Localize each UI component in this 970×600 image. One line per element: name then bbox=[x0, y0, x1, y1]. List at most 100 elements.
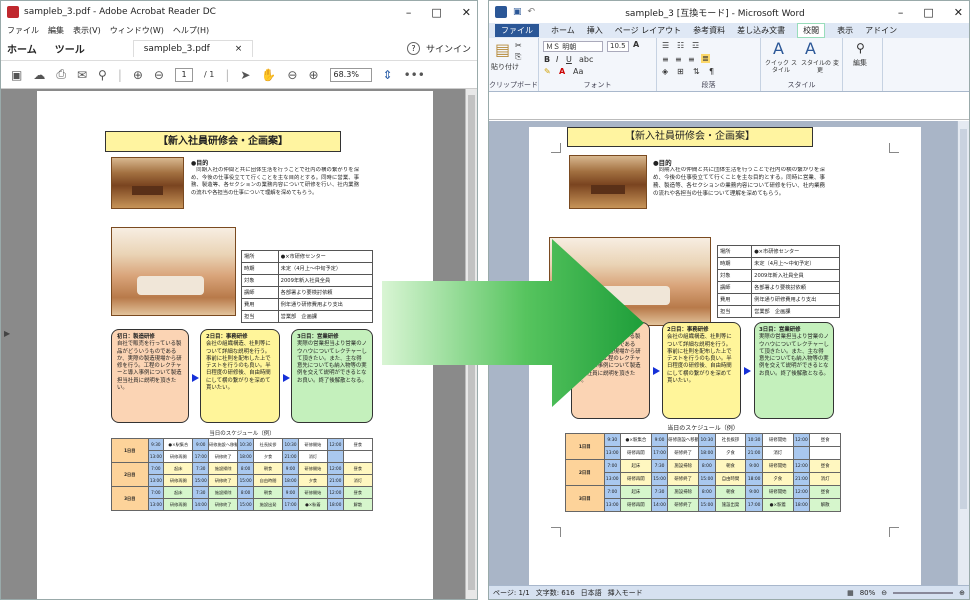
print-icon[interactable]: ⎙ bbox=[56, 67, 66, 82]
fit-page-icon[interactable]: ⇕ bbox=[383, 68, 393, 82]
select-cursor-icon[interactable]: ➤ bbox=[240, 68, 250, 82]
search-icon[interactable]: ⚲ bbox=[98, 68, 107, 82]
flow-arrow-icon bbox=[653, 367, 660, 375]
italic-icon[interactable]: I bbox=[556, 55, 558, 64]
word-vertical-scrollbar[interactable] bbox=[957, 121, 969, 585]
copy-icon[interactable]: ⎘ bbox=[515, 52, 521, 62]
show-marks-icon[interactable]: ¶ bbox=[709, 67, 714, 76]
paste-button[interactable]: 貼り付け bbox=[491, 62, 519, 72]
font-size-select[interactable]: 10.5 bbox=[607, 41, 629, 52]
menu-window[interactable]: ウィンドウ(W) bbox=[110, 25, 164, 36]
signin-link[interactable]: サインイン bbox=[426, 42, 471, 55]
zoom-in-icon[interactable]: ⊕ bbox=[308, 68, 318, 82]
close-icon[interactable]: ✕ bbox=[954, 6, 963, 19]
align-center-icon[interactable]: ≡ bbox=[675, 55, 682, 64]
document-title[interactable]: 【新入社員研修会・企画案】 bbox=[567, 127, 813, 147]
tab-view[interactable]: 表示 bbox=[837, 25, 853, 36]
zoom-out-icon[interactable]: ⊖ bbox=[881, 589, 887, 597]
zoom-in-icon[interactable]: ⊕ bbox=[959, 589, 965, 597]
shading-icon[interactable]: ◈ bbox=[662, 67, 668, 76]
menu-view[interactable]: 表示(V) bbox=[73, 25, 101, 36]
quick-style-button[interactable]: クイック スタイル bbox=[763, 60, 799, 74]
bullets-icon[interactable]: ☰ bbox=[662, 41, 669, 50]
help-icon[interactable]: ? bbox=[406, 42, 420, 55]
schedule-table[interactable]: 1日目 9:30 ●×駅集合 9:00 研修施設へ移動 10:30 社長挨拶 10:30 研修開… bbox=[565, 433, 841, 512]
menu-edit[interactable]: 編集 bbox=[48, 25, 64, 36]
bold-icon[interactable]: B bbox=[544, 55, 550, 64]
font-color-icon[interactable]: A bbox=[559, 67, 565, 76]
align-right-icon[interactable]: ≡ bbox=[688, 55, 695, 64]
maximize-icon[interactable]: □ bbox=[923, 6, 933, 19]
style-group: A A クイック スタイル スタイルの 変更 スタイル bbox=[761, 38, 843, 91]
more-tools-icon[interactable]: ••• bbox=[404, 68, 425, 82]
info-table[interactable]: 場所 ●×市研修センター 時期 未定（4月上～中旬予定） 対象 2009年新入社員全員 講師… bbox=[716, 245, 840, 318]
purpose-text[interactable]: 同期入社の仲間と共に団体生活を行うことで社内の横の繋がりを深め、今後の仕事役立て… bbox=[653, 167, 825, 217]
numbering-icon[interactable]: ☷ bbox=[677, 41, 684, 50]
upload-cloud-icon[interactable]: ☁ bbox=[33, 68, 45, 82]
change-style-button[interactable]: スタイルの 変更 bbox=[801, 60, 839, 74]
strikethrough-icon[interactable]: abc bbox=[579, 55, 593, 64]
day3-box[interactable]: 3日目：営業研修 実際の営業担当より営業のノウハウについてレクチャーして頂きたい… bbox=[754, 322, 834, 419]
schedule-title[interactable]: 当日のスケジュール（例） bbox=[565, 423, 841, 432]
tab-home[interactable]: ホーム bbox=[551, 25, 575, 36]
schedule-event: 研修再開 bbox=[620, 446, 652, 460]
day2-box[interactable]: 2日目：事務研修 会社の組織構造、社則等について詳細な説明を行う。事前に社則を配… bbox=[662, 322, 741, 419]
page-up-icon[interactable]: ⊕ bbox=[133, 68, 143, 82]
tab-close-icon[interactable]: × bbox=[235, 44, 243, 54]
font-case-icon[interactable]: Aa bbox=[573, 67, 583, 76]
zoom-out-icon[interactable]: ⊖ bbox=[287, 68, 297, 82]
zoom-slider[interactable] bbox=[893, 591, 954, 594]
horizontal-ruler[interactable] bbox=[489, 112, 969, 120]
change-style-icon[interactable]: A bbox=[805, 39, 816, 58]
status-zoom[interactable]: 80% bbox=[860, 589, 876, 597]
print-layout-icon[interactable]: ▦ bbox=[847, 589, 854, 597]
status-words[interactable]: 文字数: 616 bbox=[536, 588, 575, 598]
undo-icon[interactable]: ↶ bbox=[528, 7, 536, 17]
cut-icon[interactable]: ✂ bbox=[515, 41, 522, 50]
maximize-icon[interactable]: □ bbox=[431, 6, 441, 19]
tab-review[interactable]: 校閲 bbox=[797, 23, 826, 38]
document-tab[interactable]: sampleb_3.pdf × bbox=[132, 40, 254, 57]
justify-icon[interactable]: ≣ bbox=[701, 54, 710, 63]
underline-icon[interactable]: U bbox=[566, 55, 572, 64]
zoom-select[interactable]: 68.3% bbox=[329, 67, 372, 82]
close-icon[interactable]: ✕ bbox=[462, 6, 471, 19]
align-left-icon[interactable]: ≡ bbox=[662, 55, 669, 64]
sort-icon[interactable]: ⇅ bbox=[693, 67, 700, 76]
page-down-icon[interactable]: ⊖ bbox=[154, 68, 164, 82]
status-mode[interactable]: 挿入モード bbox=[608, 588, 643, 598]
save-icon[interactable]: ▣ bbox=[11, 68, 22, 82]
nav-tools[interactable]: ツール bbox=[55, 41, 85, 56]
purpose-heading[interactable]: ●目的 bbox=[653, 157, 672, 167]
tab-page-layout[interactable]: ページ レイアウト bbox=[615, 25, 681, 36]
highlight-icon[interactable]: ✎ bbox=[544, 67, 551, 76]
nav-home[interactable]: ホーム bbox=[7, 41, 37, 56]
borders-icon[interactable]: ⊞ bbox=[677, 67, 684, 76]
hand-tool-icon[interactable]: ✋ bbox=[261, 68, 276, 82]
status-page[interactable]: ページ: 1/1 bbox=[493, 588, 530, 598]
tab-addins[interactable]: アドイン bbox=[865, 25, 897, 36]
menu-help[interactable]: ヘルプ(H) bbox=[173, 25, 209, 36]
tab-mailings[interactable]: 差し込み文書 bbox=[737, 25, 785, 36]
scroll-thumb[interactable] bbox=[960, 129, 967, 509]
font-name-select[interactable]: ＭＳ 明朝 bbox=[543, 41, 603, 52]
tab-file[interactable]: ファイル bbox=[495, 24, 539, 37]
menu-file[interactable]: ファイル bbox=[7, 25, 39, 36]
quick-save-icon[interactable]: ▣ bbox=[513, 7, 522, 17]
tab-insert[interactable]: 挿入 bbox=[587, 25, 603, 36]
minimize-icon[interactable]: – bbox=[406, 6, 412, 19]
email-icon[interactable]: ✉ bbox=[77, 68, 87, 82]
grow-font-icon[interactable]: A bbox=[633, 40, 639, 49]
tab-references[interactable]: 参考資料 bbox=[693, 25, 725, 36]
page-number-input[interactable]: 1 bbox=[174, 67, 193, 82]
multilevel-list-icon[interactable]: ☲ bbox=[692, 41, 699, 50]
quick-style-icon[interactable]: A bbox=[773, 39, 784, 58]
find-icon[interactable]: ⚲ bbox=[856, 41, 865, 55]
separator: | bbox=[225, 67, 230, 82]
minimize-icon[interactable]: – bbox=[898, 6, 904, 19]
status-language[interactable]: 日本語 bbox=[581, 588, 602, 598]
paste-icon[interactable]: ▤ bbox=[495, 40, 510, 59]
edit-button[interactable]: 編集 bbox=[853, 58, 867, 68]
panel-expand-icon[interactable]: ▶ bbox=[4, 329, 10, 338]
room-photo-japanese[interactable] bbox=[569, 155, 647, 209]
